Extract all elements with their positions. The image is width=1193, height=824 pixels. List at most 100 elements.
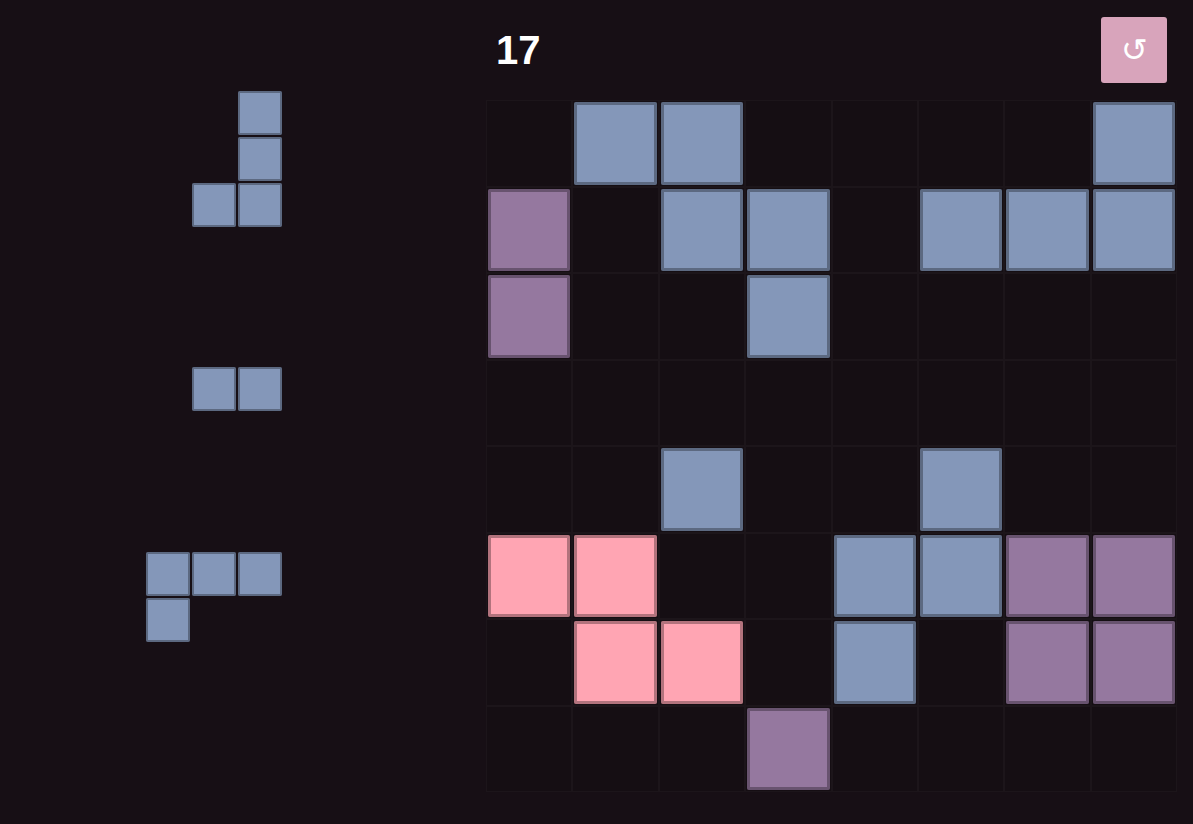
piece-cell	[145, 551, 191, 597]
board-cell[interactable]	[486, 446, 572, 533]
block	[834, 621, 916, 704]
block	[574, 535, 656, 618]
board-cell[interactable]	[486, 533, 572, 620]
board-cell[interactable]	[1091, 273, 1177, 360]
board-cell[interactable]	[832, 187, 918, 274]
board-cell[interactable]	[832, 360, 918, 447]
board-cell[interactable]	[1004, 706, 1090, 793]
board-cell[interactable]	[1004, 187, 1090, 274]
board-cell[interactable]	[1004, 360, 1090, 447]
board-cell[interactable]	[1091, 619, 1177, 706]
board-cell[interactable]	[745, 619, 831, 706]
board-cell[interactable]	[832, 706, 918, 793]
board-cell[interactable]	[659, 187, 745, 274]
board-cell[interactable]	[659, 273, 745, 360]
block	[920, 448, 1002, 531]
board-cell[interactable]	[918, 446, 1004, 533]
board-cell[interactable]	[832, 100, 918, 187]
block	[1006, 535, 1088, 618]
board-cell[interactable]	[572, 706, 658, 793]
board-cell[interactable]	[659, 360, 745, 447]
board-cell[interactable]	[832, 619, 918, 706]
board-cell[interactable]	[572, 187, 658, 274]
board-cell[interactable]	[918, 100, 1004, 187]
block	[661, 189, 743, 272]
board-cell[interactable]	[918, 619, 1004, 706]
piece-cell	[145, 597, 191, 643]
block	[661, 102, 743, 185]
piece-cell	[237, 90, 283, 136]
piece[interactable]	[191, 90, 283, 228]
play-area: 17 ↺	[486, 0, 1193, 824]
board-cell[interactable]	[832, 446, 918, 533]
board-cell[interactable]	[486, 706, 572, 793]
block	[488, 535, 570, 618]
board-cell[interactable]	[572, 446, 658, 533]
block	[574, 621, 656, 704]
board-cell[interactable]	[1004, 100, 1090, 187]
piece-cell	[191, 136, 237, 182]
board-cell[interactable]	[918, 533, 1004, 620]
board-cell[interactable]	[1004, 619, 1090, 706]
board-cell[interactable]	[1091, 360, 1177, 447]
board-cell[interactable]	[745, 273, 831, 360]
board-cell[interactable]	[745, 187, 831, 274]
score: 17	[496, 30, 541, 70]
board-cell[interactable]	[745, 706, 831, 793]
board-cell[interactable]	[1091, 187, 1177, 274]
block	[1093, 621, 1175, 704]
board-cell[interactable]	[745, 533, 831, 620]
board-cell[interactable]	[572, 619, 658, 706]
board-cell[interactable]	[918, 273, 1004, 360]
board-cell[interactable]	[572, 360, 658, 447]
piece[interactable]	[191, 366, 283, 412]
piece-cell	[237, 182, 283, 228]
board-cell[interactable]	[572, 533, 658, 620]
board-cell[interactable]	[1004, 446, 1090, 533]
board-cell[interactable]	[659, 446, 745, 533]
block	[834, 535, 916, 618]
block	[661, 621, 743, 704]
board-cell[interactable]	[1091, 706, 1177, 793]
piece-cell	[237, 366, 283, 412]
piece-cell	[237, 136, 283, 182]
piece-cell	[191, 597, 237, 643]
board-cell[interactable]	[659, 706, 745, 793]
board[interactable]	[486, 100, 1177, 792]
board-cell[interactable]	[1004, 273, 1090, 360]
board-cell[interactable]	[1091, 100, 1177, 187]
block	[1006, 621, 1088, 704]
piece-cell	[191, 90, 237, 136]
board-cell[interactable]	[572, 100, 658, 187]
board-cell[interactable]	[486, 100, 572, 187]
block	[488, 275, 570, 358]
board-cell[interactable]	[745, 100, 831, 187]
board-cell[interactable]	[659, 100, 745, 187]
block	[747, 189, 829, 272]
board-cell[interactable]	[832, 533, 918, 620]
piece-cell	[237, 597, 283, 643]
piece-cell	[237, 551, 283, 597]
board-cell[interactable]	[572, 273, 658, 360]
board-cell[interactable]	[659, 533, 745, 620]
piece[interactable]	[145, 551, 283, 643]
board-cell[interactable]	[832, 273, 918, 360]
board-cell[interactable]	[745, 446, 831, 533]
restart-button[interactable]: ↺	[1101, 17, 1167, 83]
board-cell[interactable]	[918, 360, 1004, 447]
piece-cell	[191, 366, 237, 412]
board-cell[interactable]	[486, 273, 572, 360]
board-cell[interactable]	[486, 619, 572, 706]
board-cell[interactable]	[1091, 446, 1177, 533]
block	[1006, 189, 1088, 272]
board-cell[interactable]	[659, 619, 745, 706]
board-cell[interactable]	[486, 360, 572, 447]
block	[747, 275, 829, 358]
block	[661, 448, 743, 531]
board-cell[interactable]	[486, 187, 572, 274]
board-cell[interactable]	[918, 706, 1004, 793]
board-cell[interactable]	[745, 360, 831, 447]
board-cell[interactable]	[1091, 533, 1177, 620]
board-cell[interactable]	[918, 187, 1004, 274]
board-cell[interactable]	[1004, 533, 1090, 620]
